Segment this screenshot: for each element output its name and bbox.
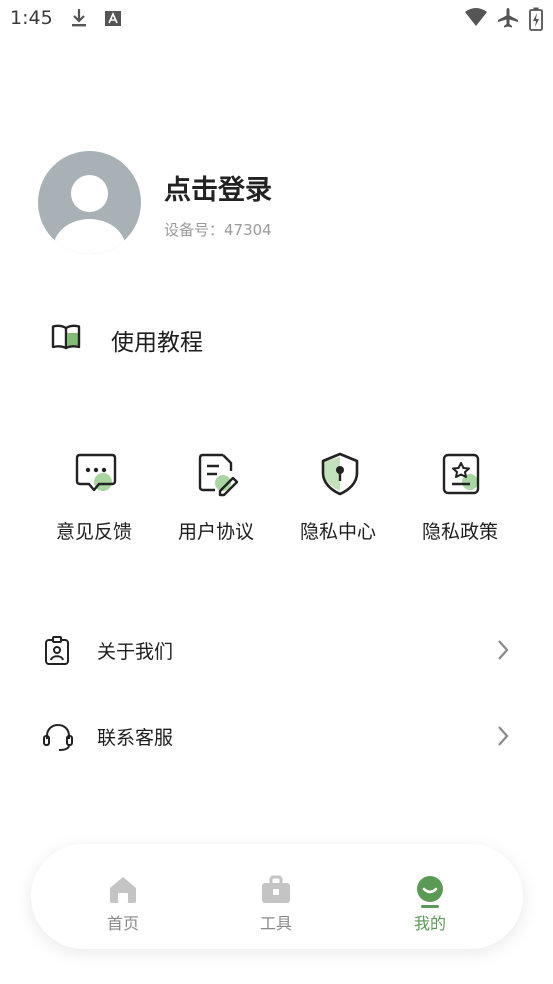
download-icon: [72, 9, 86, 27]
battery-charging-icon: [529, 7, 543, 31]
list-item-label: 关于我们: [97, 641, 174, 663]
feedback-chat-icon: [75, 453, 117, 492]
grid-label: 意见反馈: [55, 521, 132, 543]
grid-item-privacy-policy[interactable]: 隐私政策: [399, 448, 521, 548]
nav-label: 首页: [106, 914, 139, 933]
id-badge-icon: [45, 636, 69, 665]
nav-tab-tools[interactable]: 工具: [216, 844, 336, 949]
status-time: 1:45: [10, 7, 53, 29]
keyboard-icon: [105, 11, 121, 26]
bottom-nav: 首页 工具 我的: [31, 844, 523, 949]
wifi-icon: [465, 8, 487, 26]
list-item-label: 联系客服: [97, 727, 174, 749]
smile-profile-icon: [417, 876, 443, 908]
shield-lock-icon: [321, 452, 359, 496]
book-icon: [51, 324, 81, 350]
nav-tab-home[interactable]: 首页: [63, 844, 183, 949]
list-item-about-us[interactable]: 关于我们: [40, 624, 520, 676]
feature-grid: 意见反馈 用户协议 隐私中心 隐私政策: [33, 448, 523, 548]
nav-label: 工具: [259, 914, 292, 933]
grid-label: 用户协议: [177, 521, 254, 543]
policy-badge-icon: [442, 453, 480, 495]
login-prompt[interactable]: 点击登录: [164, 168, 272, 207]
nav-label: 我的: [413, 914, 446, 933]
toolbox-icon: [262, 875, 290, 903]
list-item-contact-support[interactable]: 联系客服: [40, 710, 520, 762]
grid-label: 隐私政策: [421, 521, 498, 543]
grid-item-feedback[interactable]: 意见反馈: [33, 448, 155, 548]
chevron-right-icon: [498, 726, 509, 746]
home-icon: [110, 877, 136, 903]
device-id-label: 设备号：47304: [164, 221, 272, 239]
chevron-right-icon: [498, 640, 509, 660]
avatar-head: [71, 175, 108, 212]
grid-item-privacy-center[interactable]: 隐私中心: [277, 448, 399, 548]
status-bar: 1:45: [0, 0, 553, 38]
nav-tab-mine[interactable]: 我的: [370, 844, 490, 949]
avatar-body: [53, 219, 126, 254]
grid-label: 隐私中心: [299, 521, 376, 543]
avatar[interactable]: [38, 151, 141, 254]
headset-icon: [43, 723, 73, 751]
airplane-icon: [498, 8, 518, 28]
document-edit-icon: [198, 453, 239, 497]
tutorial-label: 使用教程: [111, 330, 203, 356]
tutorial-row[interactable]: 使用教程: [40, 312, 520, 364]
grid-item-user-agreement[interactable]: 用户协议: [155, 448, 277, 548]
